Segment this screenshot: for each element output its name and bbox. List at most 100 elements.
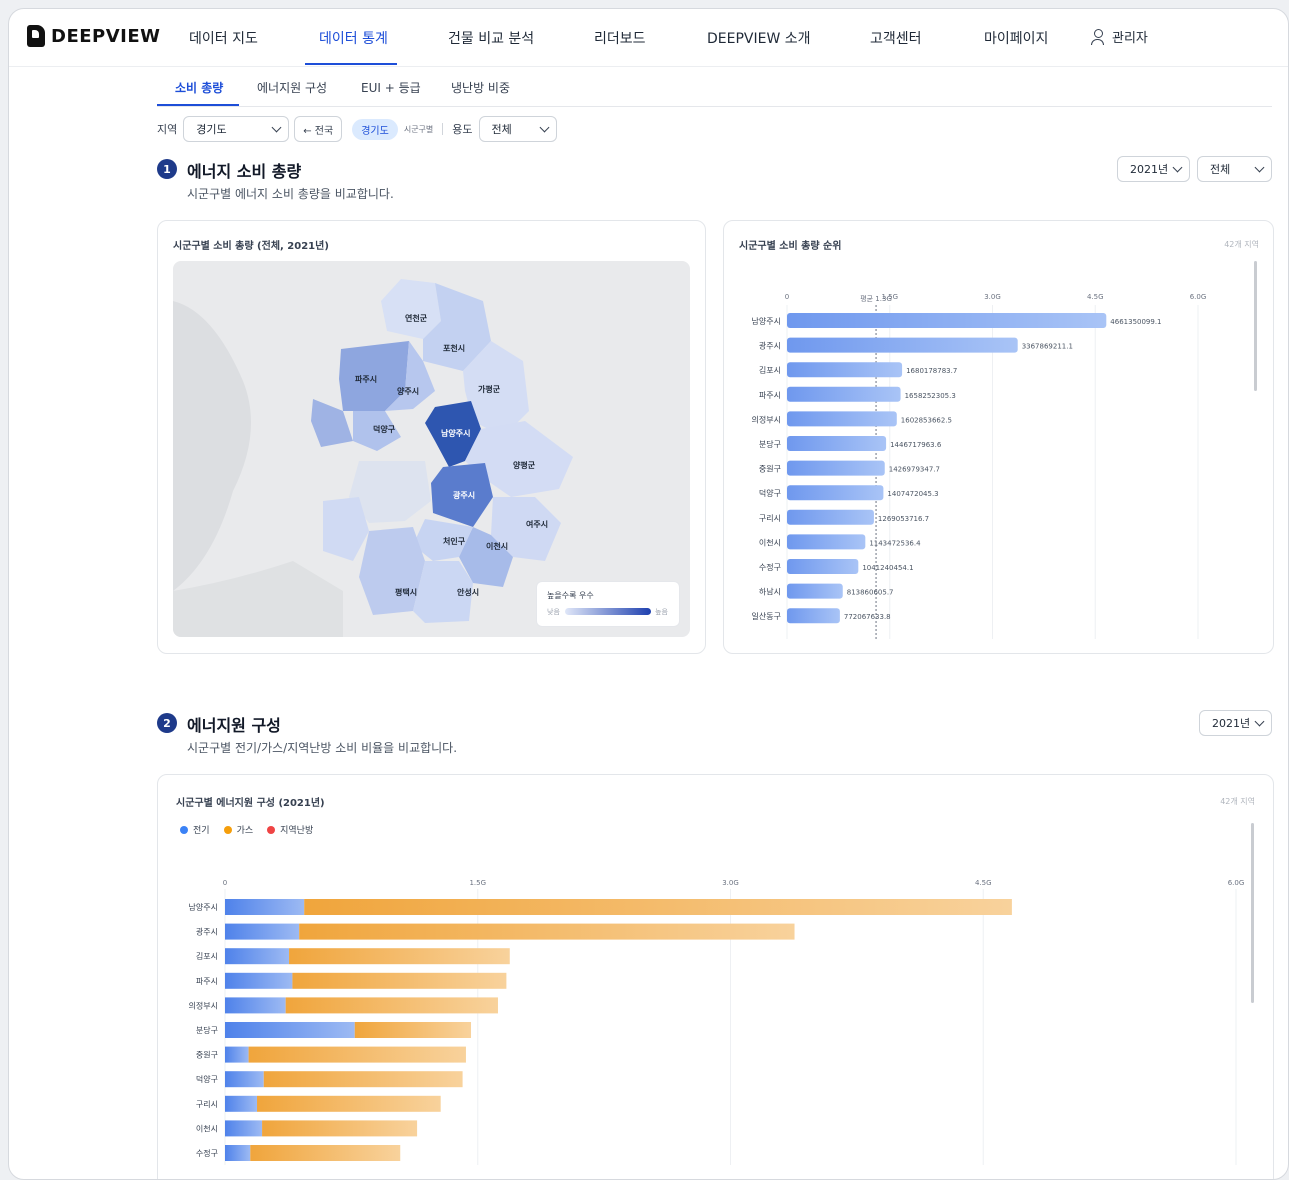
use-label: 용도 [452,123,473,136]
tab-eui-grade[interactable]: EUI + 등급 [361,79,421,96]
legend-item-district-heating[interactable]: 지역난방 [267,823,313,836]
stacked-bar-segment-electric [225,1095,258,1112]
energy-source-card: 시군구별 에너지원 구성 (2021년) 42개 지역 전기 가스 지역난방 0… [157,774,1274,1179]
map-label-yangpyeong: 양평군 [513,460,536,470]
tab-total-consumption[interactable]: 소비 총량 [175,79,223,96]
nav-data-map[interactable]: 데이터 지도 [189,28,258,48]
filter-bar: 지역 경기도 ← 전국 경기도 시군구별 용도 전체 [157,115,557,143]
choropleth-map[interactable]: 연천군 포천시 파주시 양주시 가평군 덕양구 남양주시 양평군 광주시 여주시… [173,261,690,637]
section1-title: 에너지 소비 총량 [187,162,302,181]
stacked-bar-segment-electric [225,1120,263,1137]
stacked-bar-segment-gas [304,899,1012,915]
chevron-down-icon [1172,162,1183,172]
rank-bar [787,362,903,378]
energy-count: 42개 지역 [1220,797,1255,806]
use-select[interactable]: 전체 [478,116,557,142]
bar-value-label: 1658252305.3 [905,392,956,400]
nav-mypage[interactable]: 마이페이지 [984,28,1048,48]
breadcrumb-chip[interactable]: 경기도 [352,118,398,140]
x-tick-label: 0 [223,879,227,887]
stacked-bar-segment-gas [263,1071,463,1088]
rank-count: 42개 지역 [1224,240,1259,249]
stacked-bar-segment-electric [225,899,305,915]
divider [442,123,444,135]
map-card: 시군구별 소비 총량 (전체, 2021년) 연천군 포천시 파주시 양주시 가… [157,220,706,654]
user-menu[interactable]: 관리자 [1091,27,1148,46]
x-tick-label: 1.5G [469,879,486,887]
map-label-icheon: 이천시 [486,541,508,551]
bar-category-label: 덕양구 [759,488,781,498]
bar-category-label: 파주시 [196,977,218,986]
tab-energy-source[interactable]: 에너지원 구성 [257,79,327,96]
energy-scrollbar[interactable] [1251,823,1254,1003]
rank-card: 시군구별 소비 총량 순위 42개 지역 0 1.5G 3.0G 4.5G 6.0G 평균… [723,220,1274,654]
sea-area [173,301,251,591]
bar-category-label: 의정부시 [189,1000,218,1010]
bar-category-label: 분당구 [196,1025,218,1035]
logo[interactable]: DEEPVIEW [27,25,161,47]
map-regions [311,279,573,623]
map-label-anseong: 안성시 [457,587,479,597]
chevron-down-icon [539,122,549,132]
rank-bar [787,534,866,550]
legend-item-electric[interactable]: 전기 [180,823,210,836]
map-card-title: 시군구별 소비 총량 (전체, 2021년) [173,241,329,252]
nav-about[interactable]: DEEPVIEW 소개 [707,28,811,48]
stacked-bar-segment-gas [299,923,795,940]
stacked-bar-segment-electric [225,948,290,965]
section1-scope-value: 전체 [1210,163,1231,176]
legend-gradient [565,608,651,615]
bar-value-label: 3367869211.1 [1022,343,1073,351]
region-label: 지역 [157,123,178,136]
section1-year-value: 2021년 [1130,163,1169,176]
back-to-nation-button[interactable]: ← 전국 [294,116,343,142]
section2-year-value: 2021년 [1212,717,1251,730]
chevron-down-icon [1254,716,1265,726]
bar-category-label: 김포시 [759,365,781,375]
nav-data-stats[interactable]: 데이터 통계 [319,28,388,48]
map-legend: 높을수록 우수 낮음 높음 [536,581,680,627]
stacked-bar-segment-electric [225,1046,249,1063]
bar-value-label: 4661350099.1 [1110,318,1161,326]
tab-active-indicator [157,104,239,106]
user-name: 관리자 [1112,31,1148,46]
legend-label-district-heating: 지역난방 [280,826,314,836]
sub-tabs: 소비 총량 에너지원 구성 EUI + 등급 냉난방 비중 [157,69,1272,107]
nav-building-compare[interactable]: 건물 비교 분석 [448,28,534,48]
use-select-value: 전체 [491,123,512,136]
nav-leaderboard[interactable]: 리더보드 [594,28,646,48]
region-select[interactable]: 경기도 [183,116,290,142]
stacked-bar-segment-gas [250,1145,401,1161]
legend-high: 높음 [655,608,668,616]
x-tick-label: 3.0G [984,293,1001,301]
rank-scrollbar[interactable] [1254,261,1257,391]
bar-category-label: 수정구 [196,1148,218,1158]
logo-icon [27,25,45,47]
legend-dot-gas [223,825,232,834]
bar-category-label: 남양주시 [189,903,218,912]
legend-label-electric: 전기 [193,826,210,836]
legend-label-gas: 가스 [236,826,254,836]
legend-item-gas[interactable]: 가스 [223,823,254,836]
back-button-label: ← 전국 [303,125,334,137]
bar-category-label: 일산동구 [752,611,781,621]
bar-value-label: 1446717963.6 [890,441,942,449]
section1-year-select[interactable]: 2021년 [1117,156,1190,182]
bar-category-label: 남양주시 [752,317,781,326]
region-pyeongtaek[interactable] [359,527,425,615]
rank-bar [787,608,840,624]
stacked-bar-segment-electric [225,1022,355,1038]
bar-category-label: 구리시 [196,1100,218,1109]
tab-hvac-ratio[interactable]: 냉난방 비중 [451,79,510,96]
energy-legend: 전기 가스 지역난방 [180,823,313,836]
stacked-bar-segment-electric [225,1071,264,1088]
bar-category-label: 하남시 [759,587,781,597]
section2-year-select[interactable]: 2021년 [1199,710,1272,736]
rank-card-title: 시군구별 소비 총량 순위 [739,241,842,252]
section2-number: 2 [157,713,177,733]
user-icon [1091,28,1105,45]
nav-support[interactable]: 고객센터 [870,28,922,48]
section1-scope-select[interactable]: 전체 [1197,156,1272,182]
chevron-down-icon [1254,162,1265,172]
stacked-bar-segment-gas [262,1120,418,1137]
